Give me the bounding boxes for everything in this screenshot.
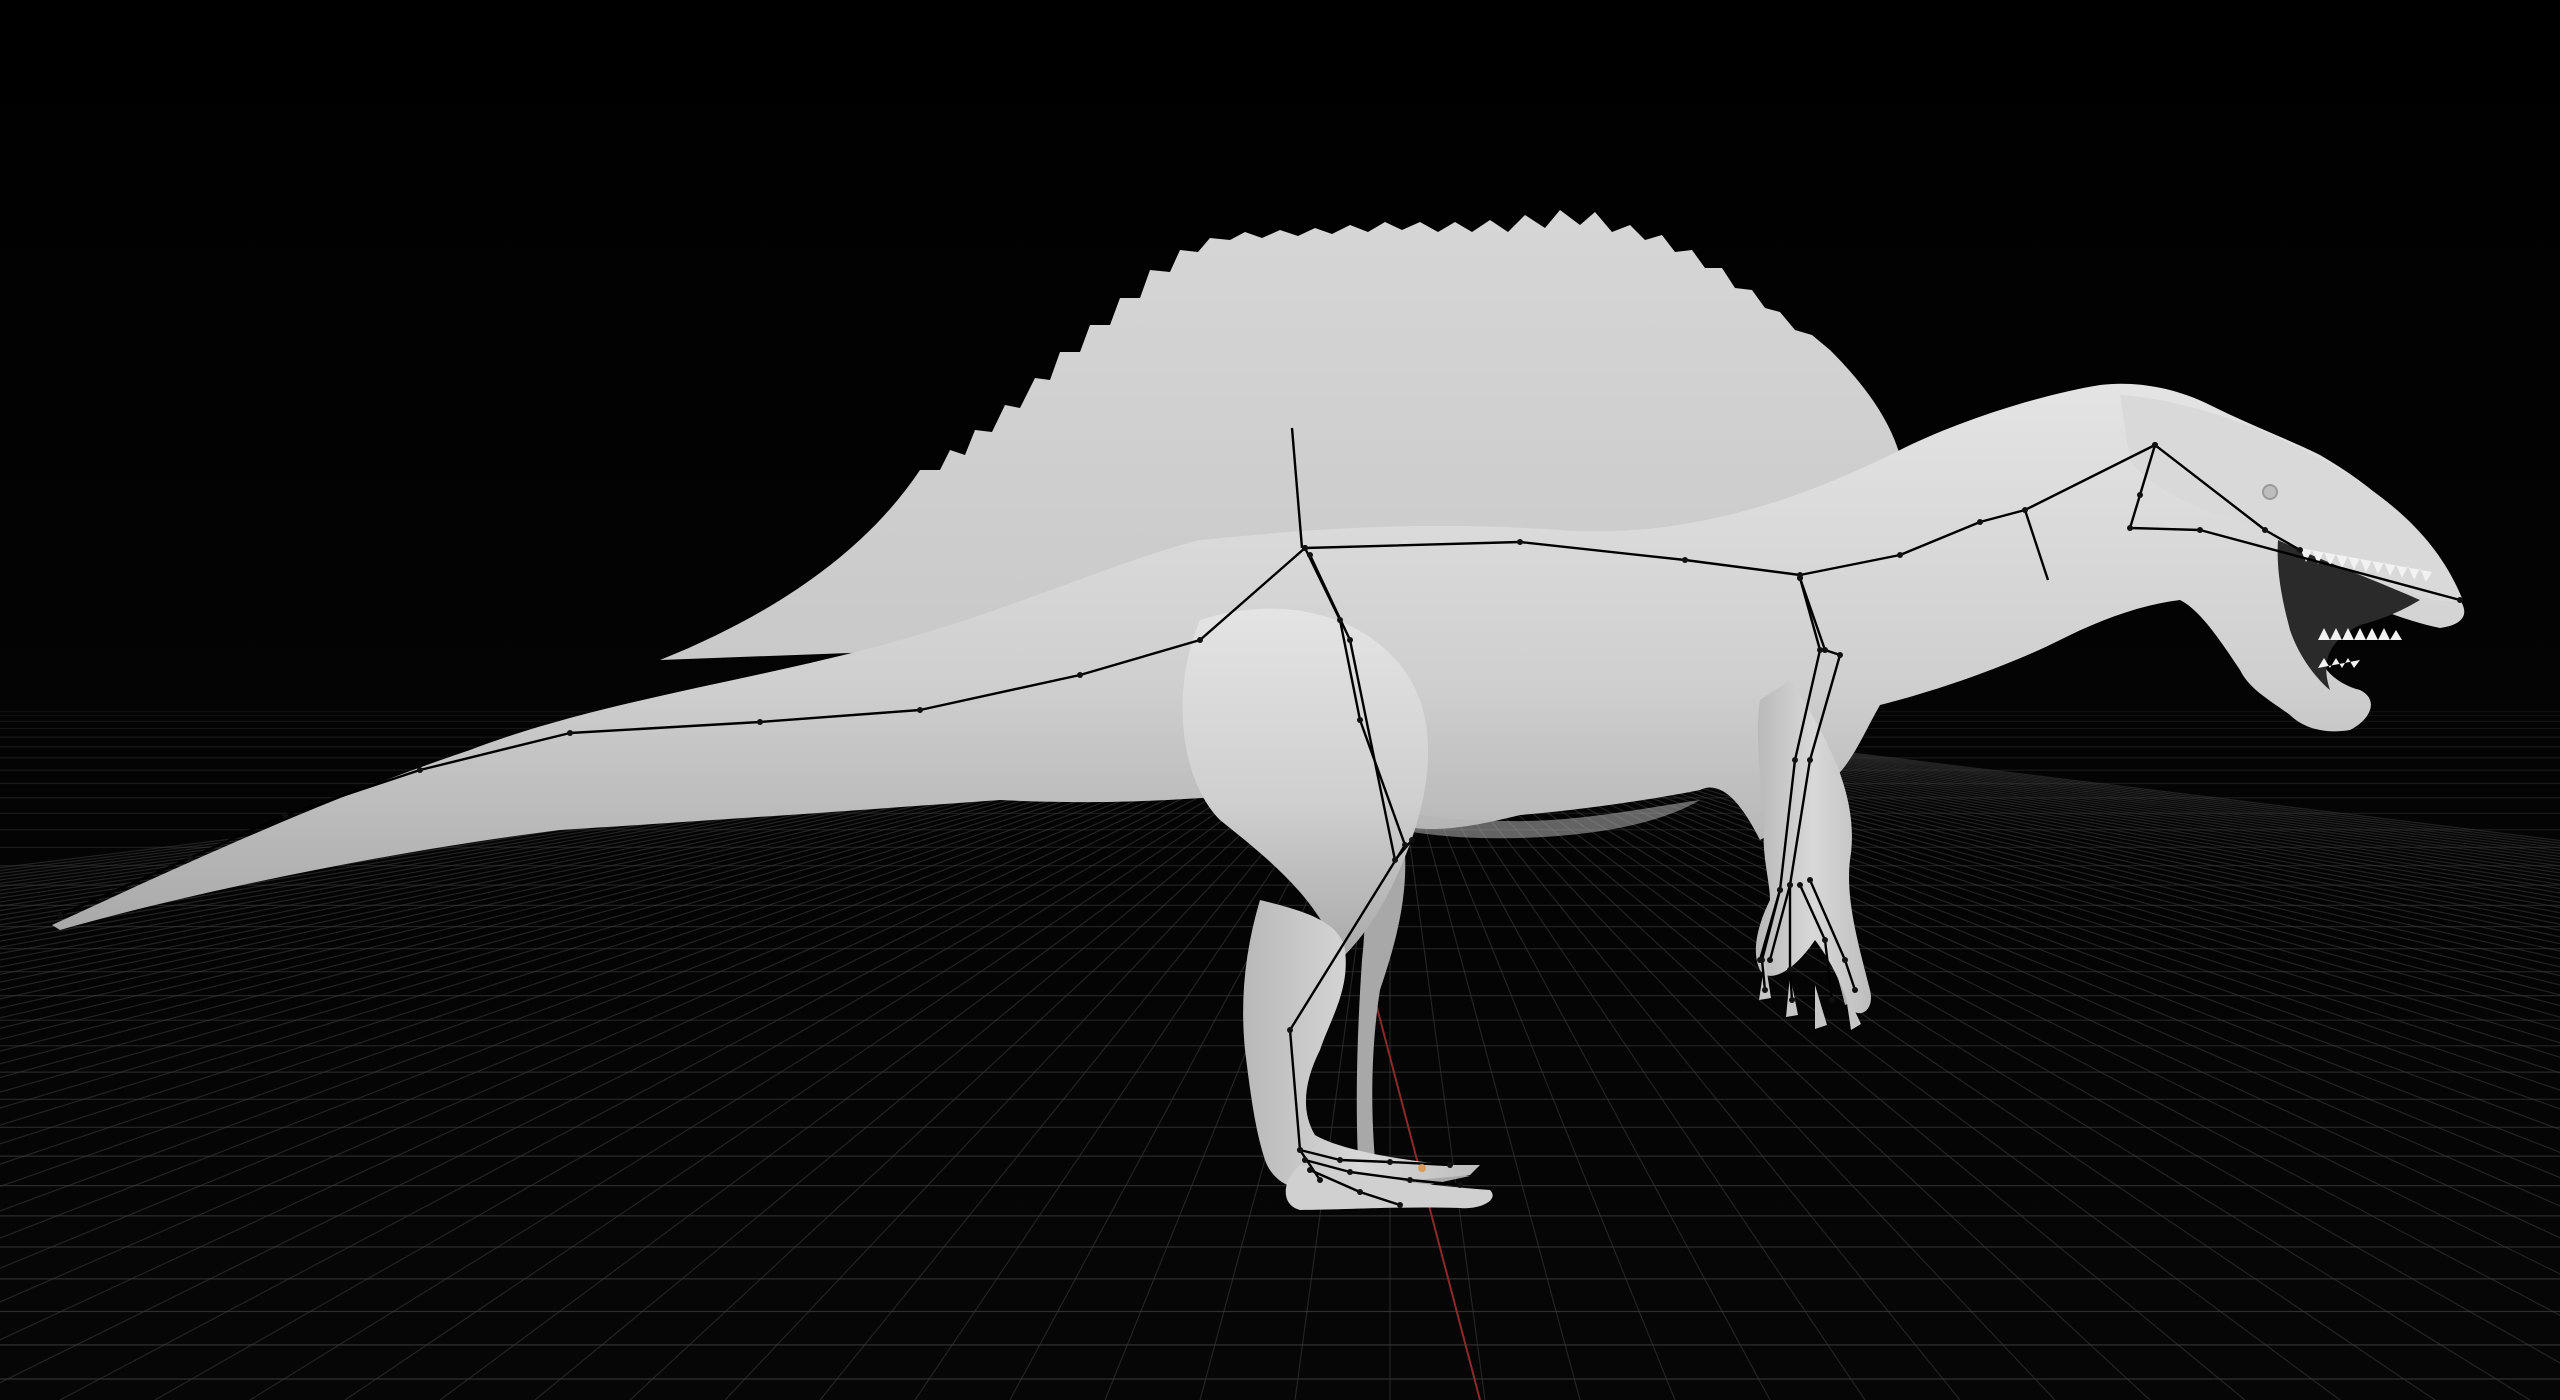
rig-joint[interactable] — [1392, 857, 1398, 863]
eye — [2262, 484, 2278, 500]
rig-joint[interactable] — [1197, 637, 1203, 643]
rig-joint[interactable] — [1302, 545, 1308, 551]
rig-joint[interactable] — [1407, 1177, 1413, 1183]
rig-joint[interactable] — [2022, 507, 2028, 513]
rig-joint[interactable] — [1762, 987, 1768, 993]
rig-joint[interactable] — [1337, 1157, 1343, 1163]
rig-joint[interactable] — [1347, 1169, 1353, 1175]
rig-joint[interactable] — [1777, 887, 1783, 893]
rig-joint[interactable] — [2457, 597, 2463, 603]
rig-joint[interactable] — [567, 730, 573, 736]
rig-joint[interactable] — [1337, 617, 1343, 623]
rig-joint[interactable] — [1767, 957, 1773, 963]
spinosaurus-mesh[interactable] — [52, 210, 2465, 1210]
rig-joint[interactable] — [1787, 882, 1793, 888]
rig-joint[interactable] — [757, 719, 763, 725]
root-joint-marker[interactable] — [1418, 1164, 1426, 1172]
rig-joint[interactable] — [2137, 492, 2143, 498]
rig-joint[interactable] — [1797, 882, 1803, 888]
rig-joint[interactable] — [187, 855, 193, 861]
rig-joint[interactable] — [57, 912, 63, 918]
rig-joint[interactable] — [1789, 997, 1795, 1003]
rig-joint[interactable] — [1822, 937, 1828, 943]
rig-joint[interactable] — [1347, 637, 1353, 643]
viewport-scene[interactable] — [0, 0, 2560, 1400]
rig-joint[interactable] — [417, 767, 423, 773]
rig-joint[interactable] — [1829, 997, 1835, 1003]
rig-joint[interactable] — [1457, 1182, 1463, 1188]
rig-joint[interactable] — [2297, 547, 2303, 553]
rig-joint[interactable] — [1387, 1159, 1393, 1165]
rig-joint[interactable] — [917, 707, 923, 713]
rig-joint[interactable] — [1397, 1202, 1403, 1208]
rig-joint[interactable] — [1307, 1167, 1313, 1173]
rig-joint[interactable] — [1807, 877, 1813, 883]
rig-joint[interactable] — [1287, 1027, 1293, 1033]
rig-joint[interactable] — [1409, 837, 1415, 843]
rig-joint[interactable] — [1307, 552, 1313, 558]
rig-joint[interactable] — [1842, 957, 1848, 963]
rig-joint[interactable] — [2262, 527, 2268, 533]
rig-joint[interactable] — [1787, 967, 1793, 973]
rig-joint[interactable] — [282, 812, 288, 818]
rig-joint[interactable] — [2152, 442, 2158, 448]
rig-joint[interactable] — [1357, 1189, 1363, 1195]
rig-joint[interactable] — [2197, 527, 2203, 533]
rig-joint[interactable] — [2127, 525, 2133, 531]
rig-joint[interactable] — [1402, 842, 1408, 848]
rig-joint[interactable] — [1297, 1147, 1303, 1153]
rig-joint[interactable] — [1817, 647, 1823, 653]
rig-joint[interactable] — [1797, 575, 1803, 581]
rig-joint[interactable] — [1759, 957, 1765, 963]
rig-joint[interactable] — [1077, 672, 1083, 678]
rig-joint[interactable] — [1317, 1177, 1323, 1183]
rig-joint[interactable] — [1447, 1162, 1453, 1168]
rig-joint[interactable] — [1977, 519, 1983, 525]
rig-joint[interactable] — [1897, 552, 1903, 558]
rig-joint[interactable] — [1357, 717, 1363, 723]
rig-joint[interactable] — [1807, 757, 1813, 763]
rig-joint[interactable] — [1852, 987, 1858, 993]
rig-joint[interactable] — [1682, 557, 1688, 563]
rig-joint[interactable] — [1837, 652, 1843, 658]
rig-joint[interactable] — [1517, 539, 1523, 545]
3d-viewport[interactable] — [0, 0, 2560, 1400]
rig-joint[interactable] — [1792, 757, 1798, 763]
rig-joint[interactable] — [1302, 1157, 1308, 1163]
